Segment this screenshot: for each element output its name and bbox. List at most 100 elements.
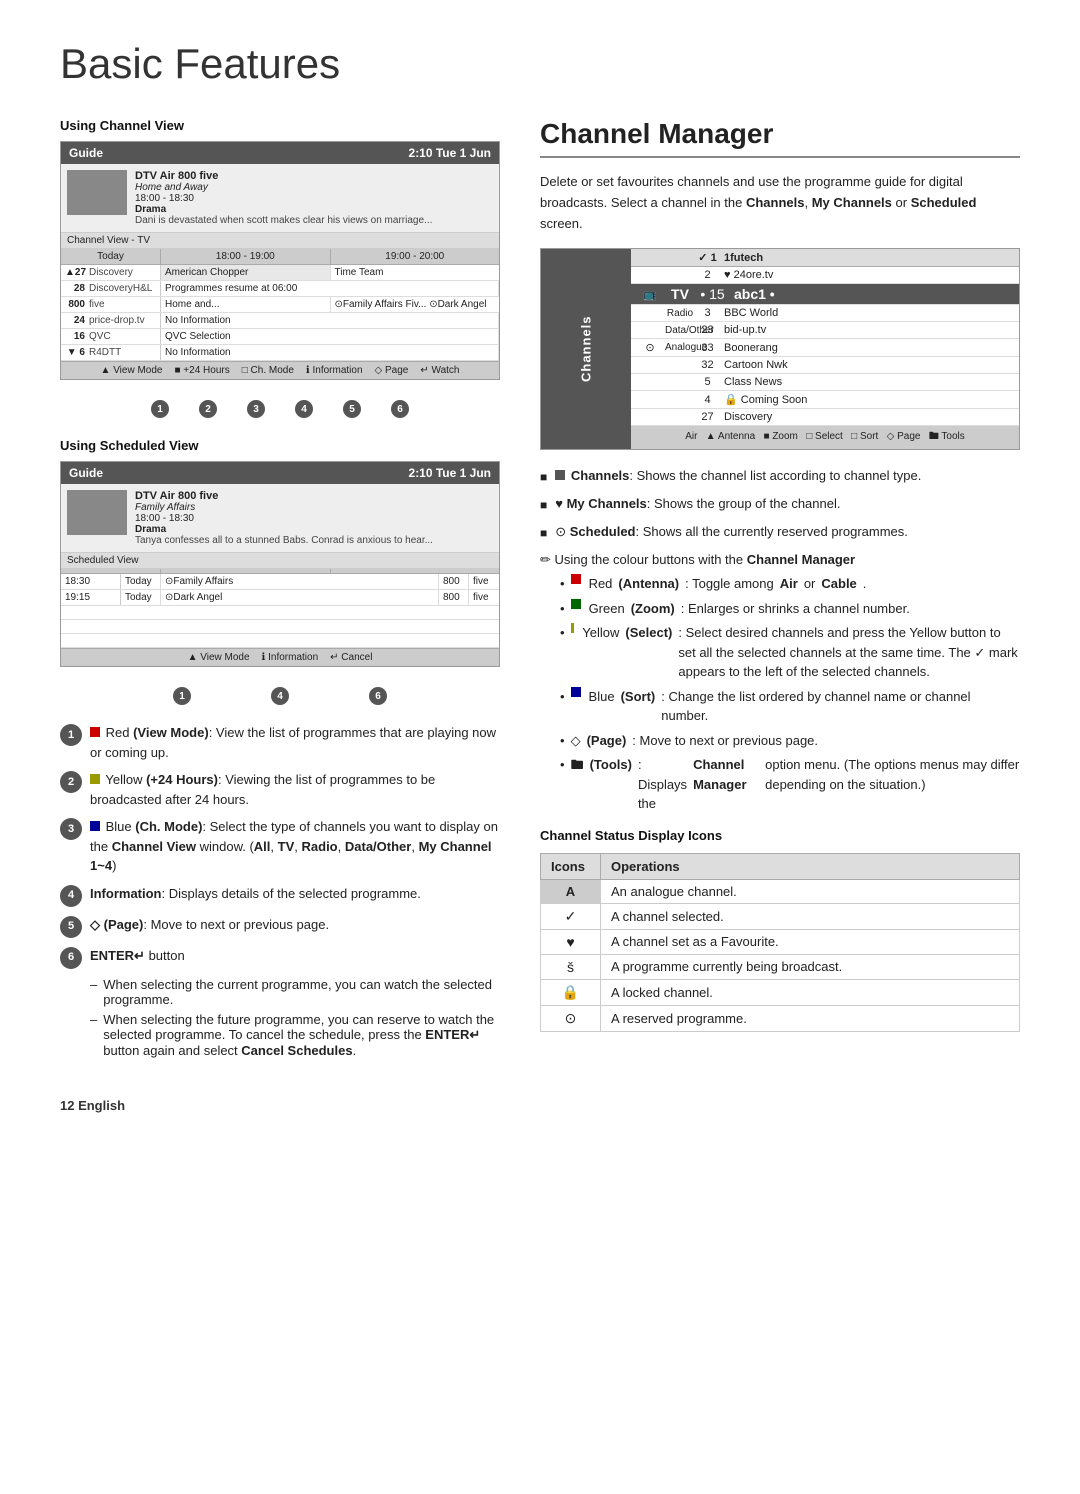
cm-description: Delete or set favourites channels and us… bbox=[540, 172, 1020, 234]
enter-sub-bullets: –When selecting the current programme, y… bbox=[90, 977, 500, 1058]
cm-content: ✓ 1 1futech 2 ♥ 24ore.tv 📺 TV • 15 abc1 … bbox=[631, 249, 1019, 449]
guide-row: 24price-drop.tv No Information bbox=[61, 313, 499, 329]
guide-row: ▼ 6R4DTT No Information bbox=[61, 345, 499, 361]
sched-row-empty bbox=[61, 620, 499, 634]
icon-analogue: A bbox=[541, 879, 601, 903]
table-row: ✓ A channel selected. bbox=[541, 903, 1020, 929]
icon-reserved: ⊙ bbox=[541, 1005, 601, 1031]
sched-row: 19:15 Today ⊙Dark Angel 800 five bbox=[61, 590, 499, 606]
btn-5: 5 bbox=[343, 400, 361, 418]
table-header-operations: Operations bbox=[601, 853, 1020, 879]
prog-category: Drama bbox=[135, 204, 432, 215]
page-bullet: ◇ (Page): Move to next or previous page. bbox=[560, 731, 1020, 751]
table-row: ⊙ A reserved programme. bbox=[541, 1005, 1020, 1031]
sched-title: DTV Air 800 five bbox=[135, 490, 433, 502]
scheduled-guide-header: Guide 2:10 Tue 1 Jun bbox=[61, 462, 499, 484]
prog-subtitle1: Home and Away bbox=[135, 182, 432, 193]
cm-row: 27 Discovery bbox=[631, 409, 1019, 426]
guide-row: ▲27Discovery American Chopper Time Team bbox=[61, 265, 499, 281]
scheduled-guide: Guide 2:10 Tue 1 Jun DTV Air 800 five Fa… bbox=[60, 461, 500, 667]
scheduled-info: DTV Air 800 five Family Affairs 18:00 - … bbox=[135, 490, 433, 546]
bullet-3: 3 Blue (Ch. Mode): Select the type of ch… bbox=[60, 817, 500, 876]
sched-category: Drama bbox=[135, 524, 433, 535]
page-title: Basic Features bbox=[60, 40, 1020, 88]
btn-1: 1 bbox=[151, 400, 169, 418]
icon-selected: ✓ bbox=[541, 903, 601, 929]
scheduled-guide-title: Guide bbox=[69, 466, 103, 480]
table-row: š A programme currently being broadcast. bbox=[541, 954, 1020, 979]
guide-buttons: 1 2 3 4 5 6 bbox=[60, 400, 500, 418]
op-broadcast: A programme currently being broadcast. bbox=[601, 954, 1020, 979]
tools-bullet: 🖿 (Tools): Displays the Channel Manager … bbox=[560, 755, 1020, 814]
status-table: Icons Operations A An analogue channel. … bbox=[540, 853, 1020, 1032]
cm-bullet-channels: Channels: Shows the channel list accordi… bbox=[540, 466, 1020, 486]
channel-view-guide: Guide 2:10 Tue 1 Jun DTV Air 800 five Ho… bbox=[60, 141, 500, 380]
color-bullet-blue: Blue (Sort): Change the list ordered by … bbox=[560, 687, 1020, 726]
color-bullet-red: Red (Antenna): Toggle among Air or Cable… bbox=[560, 574, 1020, 594]
cm-selected-row: 📺 TV • 15 abc1 • bbox=[631, 284, 1019, 305]
btn-3: 3 bbox=[247, 400, 265, 418]
btn-4: 4 bbox=[295, 400, 313, 418]
channel-view-source: Channel View - TV bbox=[61, 233, 499, 249]
sched-row-empty bbox=[61, 606, 499, 620]
color-bullet-green: Green (Zoom): Enlarges or shrinks a chan… bbox=[560, 599, 1020, 619]
cm-row: Data/Other 23 bid-up.tv bbox=[631, 322, 1019, 339]
scheduled-thumbnail bbox=[67, 490, 127, 535]
right-column: Channel Manager Delete or set favourites… bbox=[540, 118, 1020, 1058]
guide-title: Guide bbox=[69, 146, 103, 160]
bullet-num-2: 2 bbox=[60, 771, 82, 793]
btn-6: 6 bbox=[391, 400, 409, 418]
bullet-1: 1 Red (View Mode): View the list of prog… bbox=[60, 723, 500, 762]
cm-sidebar: Channels bbox=[541, 249, 631, 449]
time-slot-2: 19:00 - 20:00 bbox=[331, 249, 500, 264]
table-row: ♥ A channel set as a Favourite. bbox=[541, 929, 1020, 954]
color-usage-label: ✏ Using the colour buttons with the Chan… bbox=[540, 552, 1020, 568]
cm-row: 4 🔒 Coming Soon bbox=[631, 391, 1019, 409]
sched-buttons: 1 4 6 bbox=[60, 687, 500, 705]
left-column: Using Channel View Guide 2:10 Tue 1 Jun … bbox=[60, 118, 500, 1058]
bullet-text-1: Red (View Mode): View the list of progra… bbox=[90, 723, 500, 762]
guide-footer: ▲ View Mode ■ +24 Hours □ Ch. Mode ℹ Inf… bbox=[61, 361, 499, 379]
scheduled-source: Scheduled View bbox=[61, 553, 499, 569]
status-section-label: Channel Status Display Icons bbox=[540, 828, 1020, 843]
op-favourite: A channel set as a Favourite. bbox=[601, 929, 1020, 954]
color-bullet-yellow: Yellow (Select): Select desired channels… bbox=[560, 623, 1020, 682]
cm-bullet-mychannels: ♥ My Channels: Shows the group of the ch… bbox=[540, 494, 1020, 514]
table-row: A An analogue channel. bbox=[541, 879, 1020, 903]
cm-row: 32 Cartoon Nwk bbox=[631, 357, 1019, 374]
page-footer: 12 English bbox=[60, 1098, 1020, 1113]
guide-preview: DTV Air 800 five Home and Away 18:00 - 1… bbox=[61, 164, 499, 233]
op-reserved: A reserved programme. bbox=[601, 1005, 1020, 1031]
guide-row: 800five Home and... ⊙Family Affairs Fiv.… bbox=[61, 297, 499, 313]
bullet-num-5: 5 bbox=[60, 916, 82, 938]
bullet-num-3: 3 bbox=[60, 818, 82, 840]
sched-time: 18:00 - 18:30 bbox=[135, 513, 433, 524]
sched-footer: ▲ View Mode ℹ Information ↵ Cancel bbox=[61, 648, 499, 666]
op-analogue: An analogue channel. bbox=[601, 879, 1020, 903]
table-header-icons: Icons bbox=[541, 853, 601, 879]
bullet-text-2: Yellow (+24 Hours): Viewing the list of … bbox=[90, 770, 500, 809]
scheduled-guide-time: 2:10 Tue 1 Jun bbox=[409, 466, 491, 480]
sched-btn-6: 6 bbox=[369, 687, 387, 705]
guide-thumbnail bbox=[67, 170, 127, 215]
cm-bullets: Channels: Shows the channel list accordi… bbox=[540, 466, 1020, 542]
guide-row: 28DiscoveryH&L Programmes resume at 06:0… bbox=[61, 281, 499, 297]
channel-view-label: Using Channel View bbox=[60, 118, 500, 133]
bullet-list: 1 Red (View Mode): View the list of prog… bbox=[60, 723, 500, 1058]
ch-num: ▲27 bbox=[65, 267, 85, 278]
icon-locked: 🔒 bbox=[541, 979, 601, 1005]
guide-row: 16QVC QVC Selection bbox=[61, 329, 499, 345]
enter-bullet-2: –When selecting the future programme, yo… bbox=[90, 1012, 500, 1058]
cm-row: ⊙ Analogue 33 Boonerang bbox=[631, 339, 1019, 357]
bullet-num-4: 4 bbox=[60, 885, 82, 907]
bullet-num-1: 1 bbox=[60, 724, 82, 746]
prog-time: 18:00 - 18:30 bbox=[135, 193, 432, 204]
prog-title: DTV Air 800 five bbox=[135, 170, 432, 182]
cm-row: 2 ♥ 24ore.tv bbox=[631, 267, 1019, 284]
sched-desc: Tanya confesses all to a stunned Babs. C… bbox=[135, 535, 433, 546]
cm-bullet-scheduled: ⊙ Scheduled: Shows all the currently res… bbox=[540, 522, 1020, 542]
bullet-text-3: Blue (Ch. Mode): Select the type of chan… bbox=[90, 817, 500, 876]
btn-2: 2 bbox=[199, 400, 217, 418]
bullet-text-5: ◇ (Page): Move to next or previous page. bbox=[90, 915, 329, 935]
icon-broadcast: š bbox=[541, 954, 601, 979]
